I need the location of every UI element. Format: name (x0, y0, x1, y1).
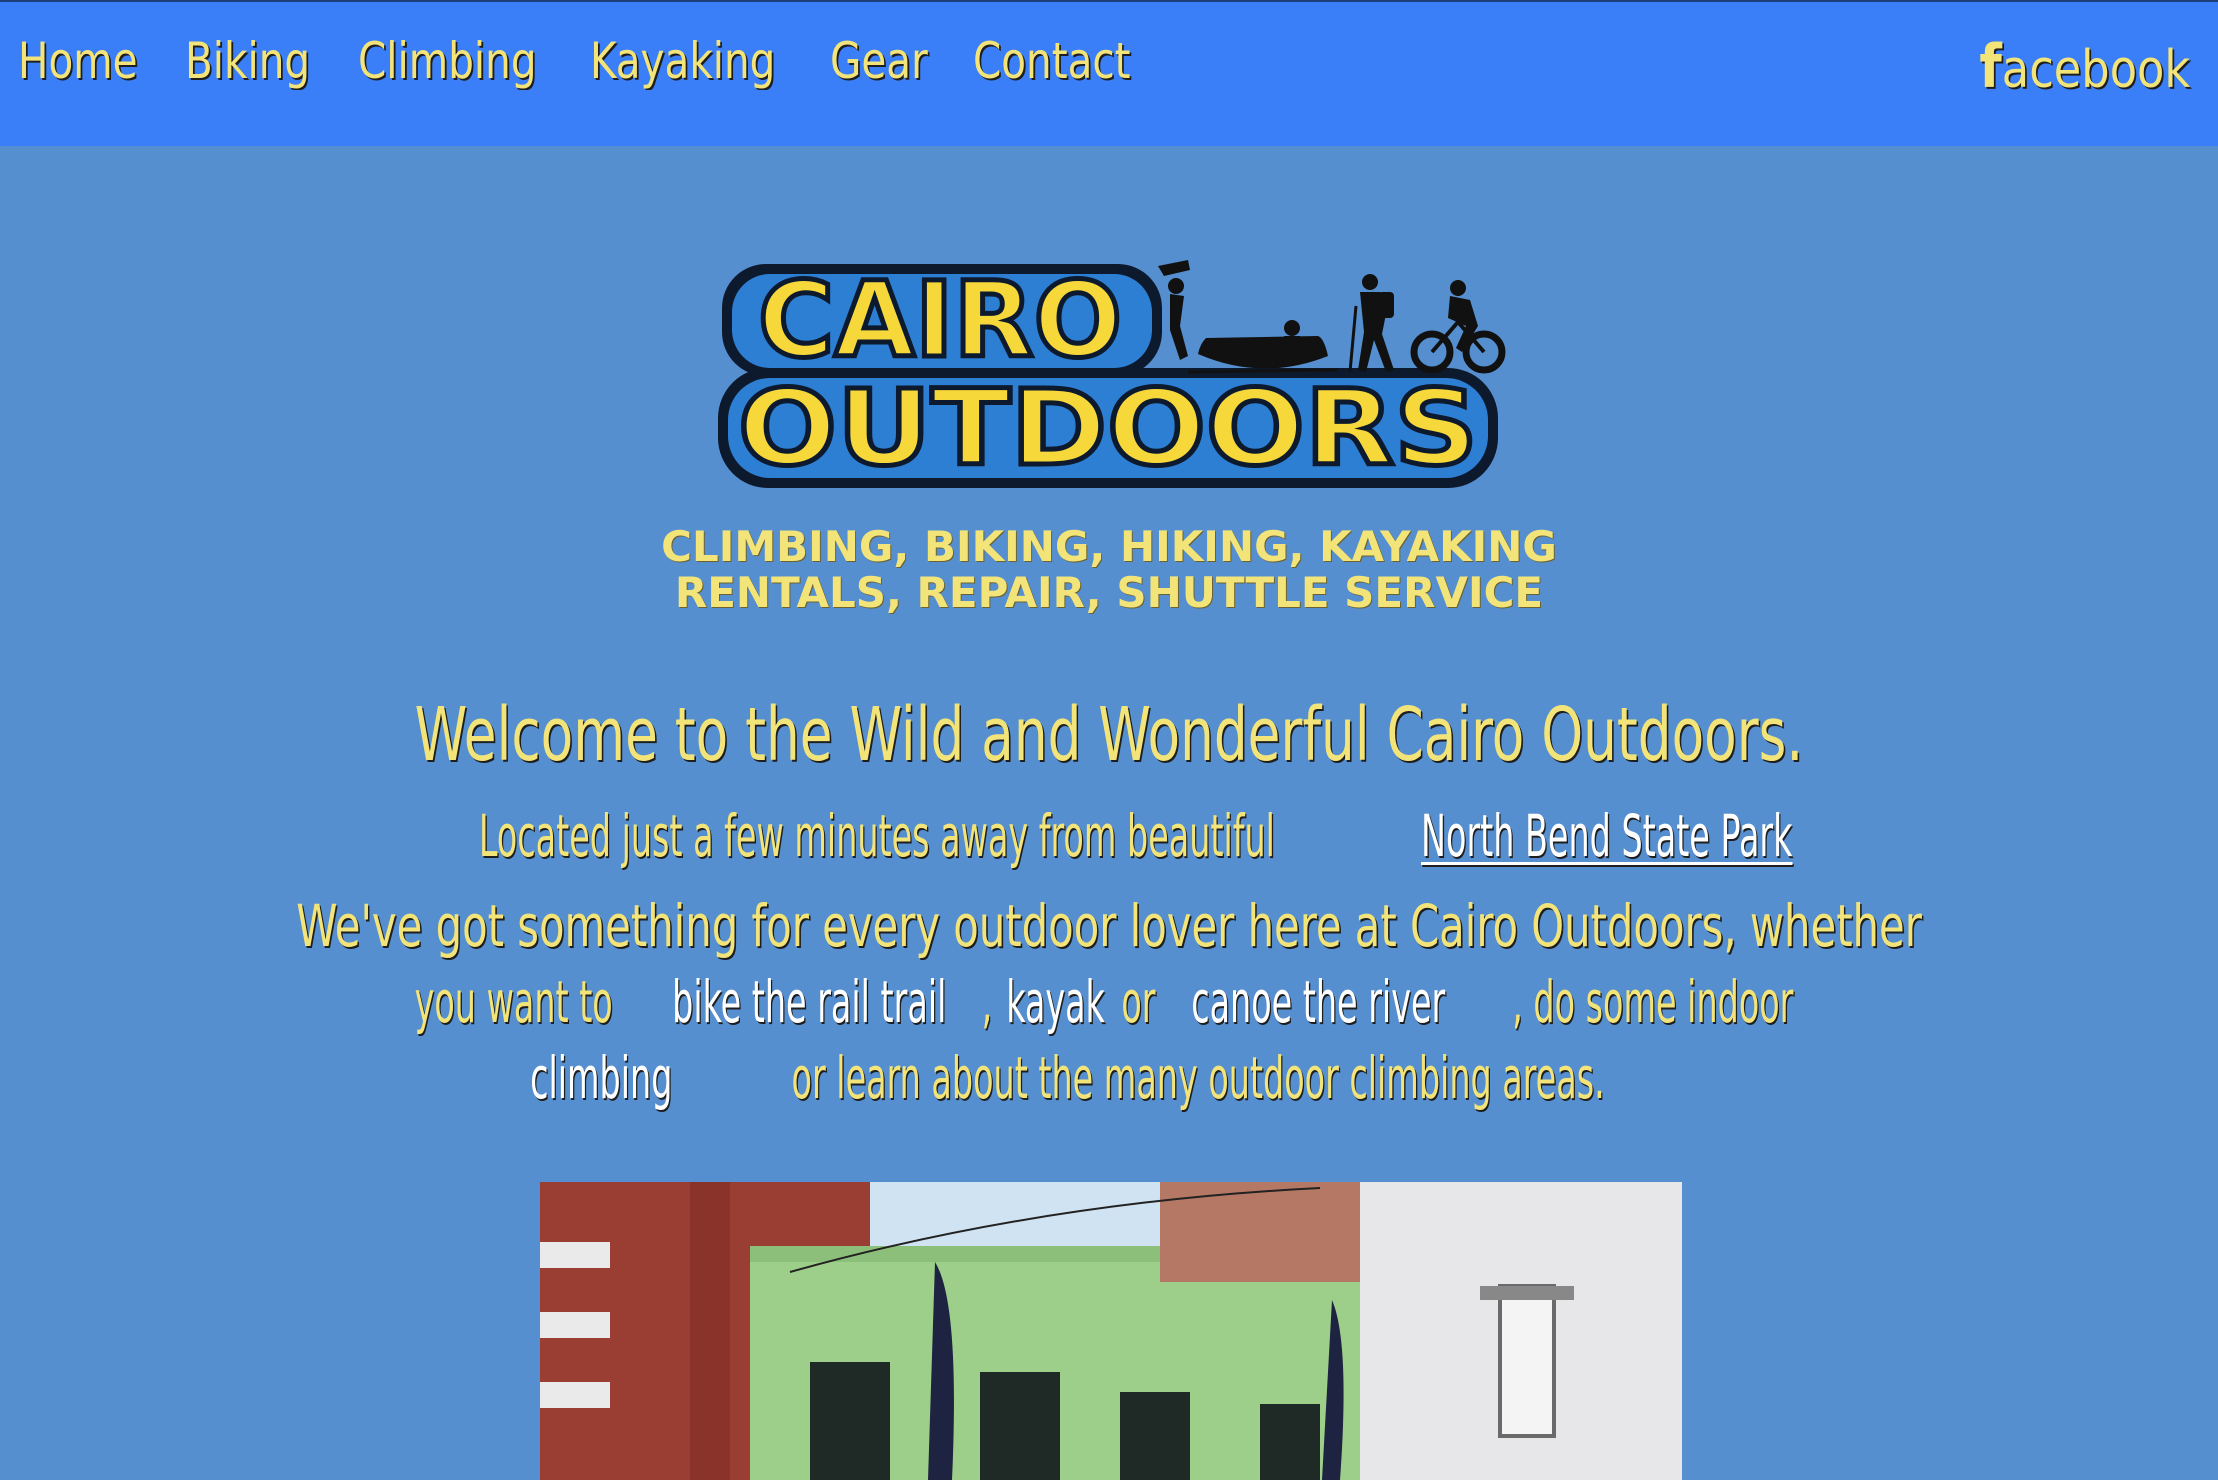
intro-line-3-rest: or learn about the many outdoor climbing… (791, 1044, 1605, 1112)
cyclist-icon (1410, 280, 1506, 374)
intro-line-2-d: , do some indoor (1512, 968, 1794, 1036)
top-navbar: Home Biking Climbing Kayaking Gear Conta… (0, 0, 2218, 146)
intro-line-1-text: We've got something for every outdoor lo… (296, 892, 1922, 960)
location-prefix: Located just a few minutes away from bea… (478, 802, 1275, 870)
nav-biking[interactable]: Biking (185, 32, 310, 90)
intro-line-1: We've got something for every outdoor lo… (0, 892, 2218, 960)
tagline-activities: CLIMBING, BIKING, HIKING, KAYAKING (661, 522, 1557, 571)
north-bend-link[interactable]: North Bend State Park (1421, 802, 1792, 870)
nav-climbing[interactable]: Climbing (358, 32, 537, 90)
hiker-icon (1348, 274, 1394, 373)
nav-contact[interactable]: Contact (973, 32, 1131, 90)
logo-word-outdoors: OUTDOORS (738, 367, 1478, 489)
intro-line-2: you want to bike the rail trail, kayak o… (0, 968, 2218, 1036)
cairo-outdoors-logo[interactable]: CAIRO OUTDOORS (718, 256, 1508, 496)
facebook-icon: f (1979, 32, 2002, 102)
nav-gear[interactable]: Gear (830, 32, 928, 90)
logo-graphic: CAIRO OUTDOORS (718, 257, 1506, 492)
facebook-link[interactable]: facebook (1979, 32, 2190, 102)
welcome-text: Welcome to the Wild and Wonderful Cairo … (414, 692, 1804, 778)
storefront-photo (540, 1182, 1682, 1480)
canoe-icon (1187, 320, 1339, 374)
location-line: Located just a few minutes away from bea… (0, 802, 2218, 870)
welcome-heading: Welcome to the Wild and Wonderful Cairo … (0, 692, 2218, 778)
nav-home[interactable]: Home (18, 32, 138, 90)
nav-links: Home Biking Climbing Kayaking Gear Conta… (18, 32, 1148, 90)
logo-word-cairo: CAIRO (758, 259, 1122, 381)
intro-line-3: climbing or learn about the many outdoor… (0, 1044, 2218, 1112)
intro-line-2-a: you want to (414, 968, 613, 1036)
climbing-link[interactable]: climbing (530, 1044, 672, 1112)
intro-line-2-c: or (1120, 968, 1156, 1036)
facebook-label: acebook (2001, 40, 2190, 100)
tagline-services: RENTALS, REPAIR, SHUTTLE SERVICE (674, 568, 1544, 617)
kayak-link[interactable]: kayak (1006, 968, 1105, 1036)
canoe-river-link[interactable]: canoe the river (1191, 968, 1445, 1036)
climber-icon (1158, 260, 1190, 360)
intro-line-2-b: , (981, 968, 992, 1036)
nav-kayaking[interactable]: Kayaking (590, 32, 775, 90)
bike-rail-trail-link[interactable]: bike the rail trail (672, 968, 946, 1036)
